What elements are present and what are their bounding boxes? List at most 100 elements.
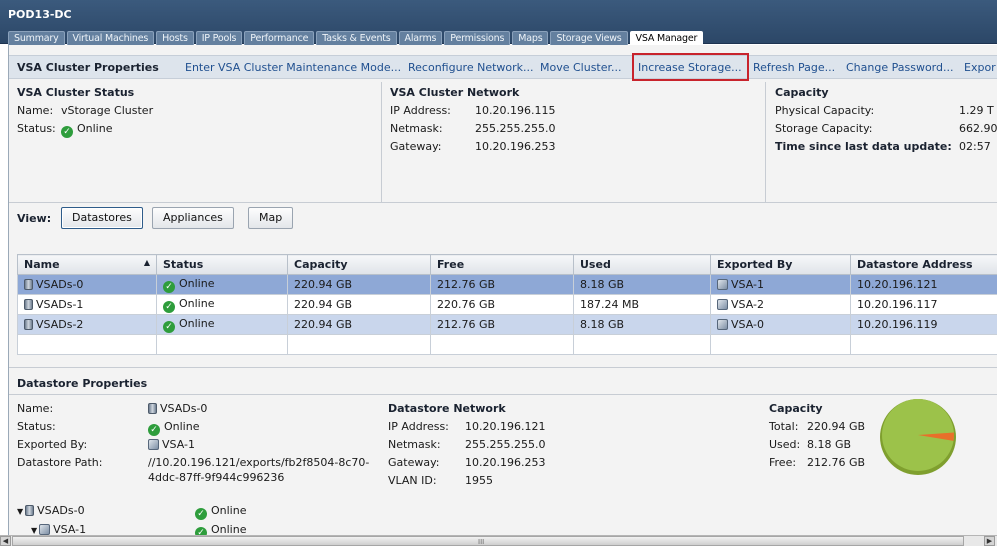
row-used-cell: 8.18 GB xyxy=(573,314,711,335)
tab-storage-views[interactable]: Storage Views xyxy=(550,31,628,45)
row-address-cell: 10.20.196.121 xyxy=(850,274,997,295)
tab-hosts[interactable]: Hosts xyxy=(156,31,194,45)
datastore-icon xyxy=(148,403,157,414)
tab-performance[interactable]: Performance xyxy=(244,31,315,45)
online-check-icon: ✓ xyxy=(195,508,207,520)
enter-maintenance-mode-link[interactable]: Enter VSA Cluster Maintenance Mode... xyxy=(185,61,401,74)
horizontal-scrollbar[interactable]: ◀ III ▶ xyxy=(0,535,997,546)
scroll-thumb[interactable]: III xyxy=(12,536,964,546)
ds-status-label: Status: xyxy=(17,420,56,433)
datacenter-title: POD13-DC xyxy=(8,8,72,21)
row-capacity-cell: 220.94 GB xyxy=(287,274,431,295)
row-status-cell: ✓ Online xyxy=(156,274,288,295)
column-header-status[interactable]: Status xyxy=(156,254,288,275)
row-capacity-cell: 220.94 GB xyxy=(287,294,431,315)
table-row[interactable]: VSADs-2 ✓ Online 220.94 GB 212.76 GB 8.18… xyxy=(17,314,997,335)
vsa-manager-panel: VSA Cluster Properties Enter VSA Cluster… xyxy=(8,45,997,539)
expand-icon[interactable]: ▼ xyxy=(31,526,37,535)
table-row[interactable]: VSADs-1 ✓ Online 220.94 GB 220.76 GB 187.… xyxy=(17,294,997,315)
move-cluster-link[interactable]: Move Cluster... xyxy=(540,61,622,74)
ds-total-value: 220.94 GB xyxy=(807,420,866,433)
online-check-icon: ✓ xyxy=(148,424,160,436)
cluster-toolbar: VSA Cluster Properties Enter VSA Cluster… xyxy=(9,53,997,81)
row-used-cell: 187.24 MB xyxy=(573,294,711,315)
tab-virtual-machines[interactable]: Virtual Machines xyxy=(66,31,155,45)
ds-path-label: Datastore Path: xyxy=(17,456,103,469)
view-appliances-button[interactable]: Appliances xyxy=(152,207,234,229)
row-name-cell: VSADs-2 xyxy=(17,314,157,335)
change-password-link[interactable]: Change Password... xyxy=(846,61,953,74)
column-header-free[interactable]: Free xyxy=(430,254,574,275)
ds-total-label: Total: xyxy=(769,420,799,433)
vsa-appliance-icon xyxy=(148,439,159,450)
refresh-page-link[interactable]: Refresh Page... xyxy=(753,61,835,74)
cluster-ip-value: 10.20.196.115 xyxy=(475,104,556,117)
column-header-name[interactable]: Name ▲ xyxy=(17,254,157,275)
last-update-value: 02:57 xyxy=(959,140,991,153)
cluster-status-title: VSA Cluster Status xyxy=(17,86,135,99)
column-header-exported-by[interactable]: Exported By xyxy=(710,254,851,275)
ds-exported-label: Exported By: xyxy=(17,438,88,451)
vsa-appliance-icon xyxy=(717,279,728,290)
tab-summary[interactable]: Summary xyxy=(8,31,65,45)
divider xyxy=(9,202,997,203)
table-row-empty xyxy=(17,334,997,355)
ds-gateway-value: 10.20.196.253 xyxy=(465,456,546,469)
scroll-right-icon[interactable]: ▶ xyxy=(984,536,995,546)
row-exported-by-cell: VSA-1 xyxy=(710,274,851,295)
view-map-button[interactable]: Map xyxy=(248,207,294,229)
datastore-icon xyxy=(25,505,35,516)
row-capacity-cell: 220.94 GB xyxy=(287,314,431,335)
row-exported-by-cell: VSA-2 xyxy=(710,294,851,315)
table-row[interactable]: VSADs-0 ✓ Online 220.94 GB 212.76 GB 8.18… xyxy=(17,274,997,295)
ds-free-value: 212.76 GB xyxy=(807,456,866,469)
cluster-netmask-value: 255.255.255.0 xyxy=(475,122,556,135)
increase-storage-highlight xyxy=(632,53,749,81)
window-header: POD13-DC Summary Virtual Machines Hosts … xyxy=(0,0,997,46)
ds-name-value-wrap: VSADs-0 xyxy=(148,402,207,415)
cluster-gateway-value: 10.20.196.253 xyxy=(475,140,556,153)
column-header-datastore-address[interactable]: Datastore Address xyxy=(850,254,997,275)
tree-root-item[interactable]: ▼ VSADs-0 xyxy=(17,504,85,517)
ds-gateway-label: Gateway: xyxy=(388,456,440,469)
row-free-cell: 220.76 GB xyxy=(430,294,574,315)
online-check-icon: ✓ xyxy=(163,280,175,293)
physical-capacity-label: Physical Capacity: xyxy=(775,104,875,117)
vsa-appliance-icon xyxy=(717,319,728,330)
ds-ip-value: 10.20.196.121 xyxy=(465,420,546,433)
storage-capacity-value: 662.90 xyxy=(959,122,997,135)
tab-maps[interactable]: Maps xyxy=(512,31,549,45)
ds-network-title: Datastore Network xyxy=(388,402,506,415)
tab-ip-pools[interactable]: IP Pools xyxy=(195,31,243,45)
datastore-properties-title: Datastore Properties xyxy=(17,377,148,390)
row-address-cell: 10.20.196.117 xyxy=(850,294,997,315)
tab-tasks-events[interactable]: Tasks & Events xyxy=(316,31,397,45)
tab-permissions[interactable]: Permissions xyxy=(444,31,511,45)
cluster-gateway-label: Gateway: xyxy=(390,140,442,153)
vsa-appliance-icon xyxy=(717,299,728,310)
capacity-title: Capacity xyxy=(775,86,829,99)
capacity-pie-chart xyxy=(880,399,956,475)
sort-ascending-icon: ▲ xyxy=(143,258,150,267)
tab-vsa-manager[interactable]: VSA Manager xyxy=(629,31,704,46)
column-header-capacity[interactable]: Capacity xyxy=(287,254,431,275)
ds-name-label: Name: xyxy=(17,402,54,415)
cluster-name-value: vStorage Cluster xyxy=(61,104,154,117)
column-header-used[interactable]: Used xyxy=(573,254,711,275)
view-datastores-button[interactable]: Datastores xyxy=(61,207,143,229)
row-name-cell: VSADs-0 xyxy=(17,274,157,295)
divider xyxy=(9,394,997,395)
reconfigure-network-link[interactable]: Reconfigure Network... xyxy=(408,61,534,74)
expand-icon[interactable]: ▼ xyxy=(17,507,23,516)
divider xyxy=(381,82,382,202)
datastore-icon xyxy=(24,299,33,310)
export-link[interactable]: Expor xyxy=(964,61,996,74)
datastore-properties-panel: Datastore Properties Name: VSADs-0 Statu… xyxy=(9,367,997,539)
tree-root-status: ✓ Online xyxy=(195,504,246,520)
row-status-cell: ✓ Online xyxy=(156,314,288,335)
scroll-left-icon[interactable]: ◀ xyxy=(0,536,11,546)
datastore-table: Name ▲ Status Capacity Free Used Exported… xyxy=(17,254,997,355)
cluster-network-title: VSA Cluster Network xyxy=(390,86,520,99)
tab-alarms[interactable]: Alarms xyxy=(398,31,443,45)
ds-ip-label: IP Address: xyxy=(388,420,449,433)
